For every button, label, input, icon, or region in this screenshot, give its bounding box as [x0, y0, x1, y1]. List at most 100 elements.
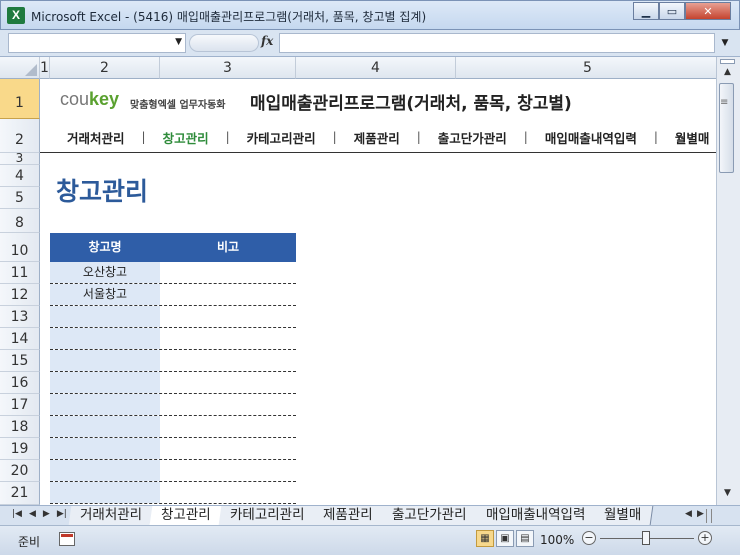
- nav-link-categories[interactable]: 카테고리관리: [230, 128, 333, 147]
- table-header: 창고명 비고: [50, 233, 296, 262]
- table-row: 서울창고: [50, 284, 296, 306]
- select-all-corner[interactable]: [0, 57, 40, 79]
- row-header-16[interactable]: 16: [0, 372, 40, 394]
- row-header-2[interactable]: 2: [0, 119, 40, 153]
- warehouse-name-cell[interactable]: 서울창고: [50, 284, 160, 305]
- page-layout-button[interactable]: ▣: [496, 530, 514, 547]
- warehouse-name-cell[interactable]: [50, 438, 160, 459]
- remarks-cell[interactable]: [160, 416, 296, 437]
- split-box[interactable]: [720, 59, 735, 64]
- warehouse-name-cell[interactable]: [50, 460, 160, 481]
- worksheet-grid[interactable]: 1 2 3 4 5 1 2 3 4 5 8 10 11 12 13 14 15 …: [0, 57, 716, 505]
- nav-link-products[interactable]: 제품관리: [337, 128, 417, 147]
- column-header-4[interactable]: 4: [296, 57, 456, 79]
- zoom-slider-thumb[interactable]: [642, 531, 650, 545]
- row-header-1[interactable]: 1: [0, 79, 40, 119]
- sheet-tab[interactable]: 제품관리: [311, 506, 386, 525]
- status-bar: 준비 ▦ ▣ ▤ 100% − +: [0, 525, 740, 555]
- chevron-down-icon[interactable]: ▼: [175, 37, 182, 47]
- normal-view-button[interactable]: ▦: [476, 530, 494, 547]
- sheet-tab[interactable]: 매입매출내역입력: [474, 506, 598, 525]
- remarks-cell[interactable]: [160, 438, 296, 459]
- grip-icon: ≡: [720, 97, 729, 108]
- warehouse-name-cell[interactable]: [50, 350, 160, 371]
- row-header-13[interactable]: 13: [0, 306, 40, 328]
- row-header-11[interactable]: 11: [0, 262, 40, 284]
- warehouse-name-cell[interactable]: [50, 394, 160, 415]
- remarks-cell[interactable]: [160, 460, 296, 481]
- next-sheet-icon[interactable]: ▶: [43, 509, 50, 519]
- row-header-21[interactable]: 21: [0, 482, 40, 505]
- remarks-cell[interactable]: [160, 306, 296, 327]
- page-break-button[interactable]: ▤: [516, 530, 534, 547]
- minimize-icon: ▁: [641, 4, 651, 18]
- prev-sheet-icon[interactable]: ◀: [29, 509, 36, 519]
- column-header-2[interactable]: 2: [50, 57, 160, 79]
- formula-input[interactable]: [279, 33, 715, 53]
- row-header-12[interactable]: 12: [0, 284, 40, 306]
- sheet-tab[interactable]: 창고관리: [149, 506, 224, 525]
- name-box[interactable]: ▼: [8, 33, 186, 53]
- minimize-button[interactable]: ▁: [633, 2, 659, 20]
- row-header-20[interactable]: 20: [0, 460, 40, 482]
- row-header-19[interactable]: 19: [0, 438, 40, 460]
- warehouse-name-cell[interactable]: [50, 372, 160, 393]
- sheet-tab[interactable]: 거래처관리: [68, 506, 155, 525]
- nav-link-shipping-prices[interactable]: 출고단가관리: [421, 128, 524, 147]
- warehouse-name-cell[interactable]: [50, 416, 160, 437]
- insert-function-icon[interactable]: fx: [261, 34, 273, 48]
- remarks-cell[interactable]: [160, 284, 296, 305]
- tab-split-handle[interactable]: [706, 509, 712, 523]
- sheet-tab[interactable]: 월별매: [592, 506, 654, 525]
- close-button[interactable]: ✕: [685, 2, 731, 20]
- remarks-cell[interactable]: [160, 482, 296, 503]
- macro-record-icon[interactable]: [59, 532, 75, 546]
- nav-link-vendors[interactable]: 거래처관리: [50, 128, 142, 147]
- row-header-10[interactable]: 10: [0, 233, 40, 262]
- zoom-in-icon[interactable]: +: [698, 531, 712, 545]
- first-sheet-icon[interactable]: |◀: [12, 509, 22, 519]
- window-title: Microsoft Excel - (5416) 매입매출관리프로그램(거래처,…: [31, 10, 427, 24]
- table-row: [50, 394, 296, 416]
- vertical-scrollbar[interactable]: ▲ ≡ ▼: [716, 57, 740, 505]
- scroll-left-icon[interactable]: ◀: [685, 509, 692, 519]
- scroll-up-icon[interactable]: ▲: [720, 67, 735, 81]
- sheet-tab[interactable]: 카테고리관리: [218, 506, 317, 525]
- coukey-logo: coukey: [60, 89, 119, 110]
- row-header-14[interactable]: 14: [0, 328, 40, 350]
- formula-controls: [189, 34, 259, 52]
- zoom-level[interactable]: 100%: [540, 533, 574, 547]
- nav-link-transactions-entry[interactable]: 매입매출내역입력: [528, 128, 654, 147]
- row-header-8[interactable]: 8: [0, 209, 40, 233]
- last-sheet-icon[interactable]: ▶|: [57, 509, 67, 519]
- row-header-15[interactable]: 15: [0, 350, 40, 372]
- remarks-cell[interactable]: [160, 262, 296, 283]
- remarks-cell[interactable]: [160, 394, 296, 415]
- nav-link-monthly[interactable]: 월별매: [658, 128, 716, 147]
- nav-link-warehouses[interactable]: 창고관리: [146, 128, 226, 147]
- warehouse-name-cell[interactable]: [50, 306, 160, 327]
- restore-button[interactable]: ▭: [659, 2, 685, 20]
- warehouse-name-cell[interactable]: [50, 482, 160, 503]
- expand-formula-bar-icon[interactable]: ▼: [718, 35, 732, 51]
- column-header-3[interactable]: 3: [160, 57, 296, 79]
- scroll-right-icon[interactable]: ▶: [697, 509, 704, 519]
- row-header-17[interactable]: 17: [0, 394, 40, 416]
- remarks-cell[interactable]: [160, 328, 296, 349]
- row-header-3[interactable]: 3: [0, 152, 40, 165]
- scroll-down-icon[interactable]: ▼: [720, 488, 735, 502]
- row-header-5[interactable]: 5: [0, 187, 40, 209]
- sheet-tab[interactable]: 출고단가관리: [380, 506, 479, 525]
- column-warehouse-name: 창고명: [88, 240, 122, 254]
- remarks-cell[interactable]: [160, 372, 296, 393]
- warehouse-name-cell[interactable]: [50, 328, 160, 349]
- row-header-4[interactable]: 4: [0, 165, 40, 187]
- logo-tagline: 맞춤형엑셀 업무자동화: [130, 100, 226, 111]
- column-header-1[interactable]: 1: [40, 57, 50, 79]
- row-header-18[interactable]: 18: [0, 416, 40, 438]
- remarks-cell[interactable]: [160, 350, 296, 371]
- column-header-5[interactable]: 5: [456, 57, 716, 79]
- warehouse-name-cell[interactable]: 오산창고: [50, 262, 160, 283]
- zoom-out-icon[interactable]: −: [582, 531, 596, 545]
- sheet-tab-label: 거래처관리: [80, 507, 143, 523]
